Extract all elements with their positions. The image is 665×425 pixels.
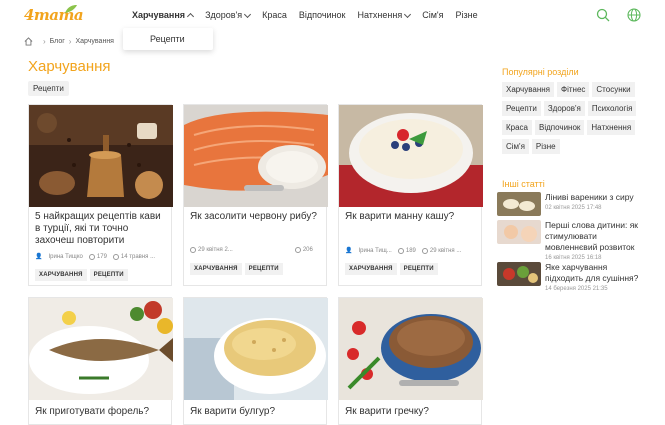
article-title[interactable]: 5 найкращих рецептів кави в турції, які … — [35, 211, 167, 247]
clock-icon — [421, 247, 428, 254]
article-image-bulgur[interactable] — [184, 298, 328, 400]
article-tags: ХАРЧУВАННЯ РЕЦЕПТИ — [345, 263, 441, 275]
other-article[interactable]: Яке харчування підходить для сушіння? 14… — [497, 262, 647, 292]
other-article-thumb[interactable] — [497, 192, 541, 216]
page-title: Харчування — [28, 58, 111, 75]
popular-tag[interactable]: Психологія — [587, 101, 637, 116]
popular-tag[interactable]: Відпочинок — [535, 120, 585, 135]
leaf-icon — [65, 5, 77, 13]
article-views: 189 — [405, 247, 416, 254]
breadcrumb-separator: › — [68, 36, 72, 46]
article-title[interactable]: Як засолити червону рибу? — [190, 211, 322, 223]
other-article[interactable]: Перші слова дитини: як стимулювати мовле… — [497, 220, 647, 261]
nav-dropdown-recipes[interactable]: Рецепти — [123, 28, 213, 50]
popular-tag[interactable]: Фітнес — [557, 82, 590, 97]
other-article-title[interactable]: Перші слова дитини: як стимулювати мовле… — [545, 220, 647, 253]
tag-food[interactable]: ХАРЧУВАННЯ — [35, 269, 87, 281]
nav-item-rest[interactable]: Відпочинок — [299, 10, 346, 20]
nav-item-beauty[interactable]: Краса — [262, 10, 287, 20]
other-articles-title: Інші статті — [502, 179, 545, 189]
home-icon[interactable] — [24, 36, 33, 46]
clock-icon — [190, 247, 196, 253]
globe-icon[interactable] — [627, 8, 641, 22]
article-card[interactable]: Як варити булгур? — [183, 297, 328, 425]
article-title[interactable]: Як приготувати форель? — [35, 406, 167, 418]
nav-item-family[interactable]: Сім'я — [422, 10, 443, 20]
breadcrumb-separator: › — [43, 36, 46, 46]
chevron-down-icon — [244, 10, 252, 18]
tag-recipes[interactable]: РЕЦЕПТИ — [399, 263, 438, 275]
other-article-title[interactable]: Яке харчування підходить для сушіння? — [545, 262, 647, 284]
article-image-coffee[interactable] — [29, 105, 173, 207]
user-icon: 👤 — [345, 248, 353, 254]
filter-tag-recipes[interactable]: Рецепти — [28, 81, 69, 96]
article-title[interactable]: Як варити манну кашу? — [345, 211, 477, 223]
article-author: Ірина Тищко — [48, 253, 83, 260]
article-image-buckwheat[interactable] — [339, 298, 483, 400]
article-tags: ХАРЧУВАННЯ РЕЦЕПТИ — [190, 263, 286, 275]
eye-icon — [294, 247, 301, 253]
article-meta: 29 квітня 2... 206 — [190, 247, 319, 253]
nav-item-misc[interactable]: Різне — [455, 10, 477, 20]
article-title[interactable]: Як варити булгур? — [190, 406, 322, 418]
article-date: 14 травня ... — [120, 253, 156, 260]
article-meta: 👤 Ірина Тищко 179 14 травня ... — [35, 253, 161, 260]
popular-tag[interactable]: Харчування — [502, 82, 555, 97]
other-article[interactable]: Ліниві вареники з сиру 02 квітня 2025 17… — [497, 192, 634, 216]
article-image-trout[interactable] — [29, 298, 173, 400]
article-meta: 👤 Ірина Тищ... 189 29 квітня ... — [345, 247, 467, 254]
other-article-date: 02 квітня 2025 17:48 — [545, 205, 602, 211]
breadcrumb-blog[interactable]: Блог — [50, 38, 65, 45]
popular-tag[interactable]: Стосунки — [592, 82, 635, 97]
site-header: 4mama Харчування Здоров'я Краса Відпочин… — [0, 0, 665, 30]
popular-tag[interactable]: Різне — [531, 139, 560, 154]
other-article-date: 16 квітня 2025 16:18 — [545, 255, 602, 261]
article-tags: ХАРЧУВАННЯ РЕЦЕПТИ — [35, 269, 131, 281]
popular-tag[interactable]: Натхнення — [587, 120, 636, 135]
article-author: Ірина Тищ... — [358, 247, 392, 254]
popular-tag[interactable]: Сім'я — [502, 139, 529, 154]
popular-tag[interactable]: Рецепти — [502, 101, 541, 116]
popular-tags: Харчування Фітнес Стосунки Рецепти Здоро… — [502, 82, 642, 158]
breadcrumb: › Блог › Харчування — [24, 36, 114, 46]
article-date: 29 квітня ... — [429, 247, 462, 254]
tag-food[interactable]: ХАРЧУВАННЯ — [190, 263, 242, 275]
search-icon[interactable] — [596, 8, 610, 22]
main-nav: Харчування Здоров'я Краса Відпочинок Нат… — [132, 0, 490, 30]
popular-tag[interactable]: Здоров'я — [543, 101, 585, 116]
popular-tag[interactable]: Краса — [502, 120, 533, 135]
breadcrumb-current: Харчування — [75, 37, 114, 45]
article-date: 29 квітня 2... — [198, 247, 233, 253]
site-logo[interactable]: 4mama — [24, 4, 84, 26]
other-article-thumb[interactable] — [497, 220, 541, 244]
article-card[interactable]: 5 найкращих рецептів кави в турції, які … — [28, 104, 173, 286]
article-views: 206 — [302, 247, 313, 253]
eye-icon — [88, 253, 95, 260]
article-title[interactable]: Як варити гречку? — [345, 406, 477, 418]
tag-recipes[interactable]: РЕЦЕПТИ — [89, 269, 128, 281]
article-card[interactable]: Як приготувати форель? — [28, 297, 173, 425]
eye-icon — [397, 247, 404, 254]
nav-item-inspiration[interactable]: Натхнення — [357, 10, 412, 20]
tag-food[interactable]: ХАРЧУВАННЯ — [345, 263, 397, 275]
clock-icon — [112, 253, 119, 260]
article-image-salmon[interactable] — [184, 105, 328, 207]
article-card[interactable]: Як варити манну кашу? 👤 Ірина Тищ... 189… — [338, 104, 483, 286]
nav-item-food[interactable]: Харчування — [132, 10, 195, 20]
other-article-date: 14 березня 2025 21:35 — [545, 286, 608, 292]
article-card[interactable]: Як варити гречку? — [338, 297, 483, 425]
chevron-down-icon — [404, 10, 412, 18]
popular-sections-title: Популярні розділи — [502, 67, 579, 77]
article-views: 179 — [96, 253, 107, 260]
article-image-semolina[interactable] — [339, 105, 483, 207]
other-article-thumb[interactable] — [497, 262, 541, 286]
nav-item-health[interactable]: Здоров'я — [205, 10, 252, 20]
other-article-title[interactable]: Ліниві вареники з сиру — [545, 192, 634, 203]
article-card[interactable]: Як засолити червону рибу? 29 квітня 2...… — [183, 104, 328, 286]
chevron-up-icon — [187, 12, 195, 20]
tag-recipes[interactable]: РЕЦЕПТИ — [244, 263, 283, 275]
user-icon: 👤 — [35, 254, 43, 260]
